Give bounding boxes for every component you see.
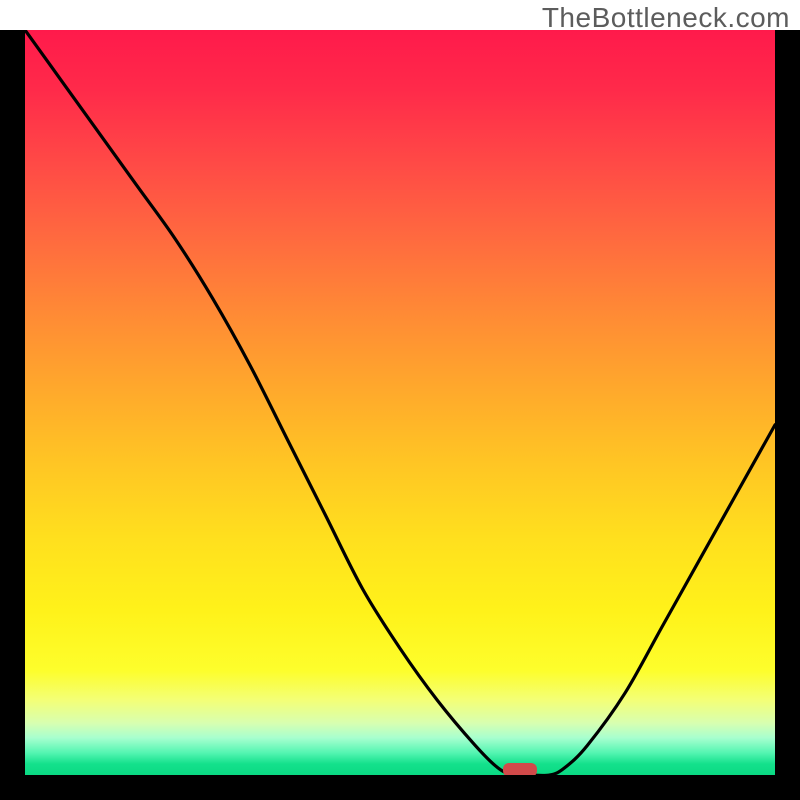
watermark-label: TheBottleneck.com xyxy=(542,2,790,34)
bottleneck-curve xyxy=(25,30,775,775)
chart-frame xyxy=(0,30,800,800)
chart-stage: TheBottleneck.com xyxy=(0,0,800,800)
plot-area xyxy=(25,30,775,775)
curve-svg xyxy=(25,30,775,775)
optimal-marker xyxy=(503,763,537,775)
